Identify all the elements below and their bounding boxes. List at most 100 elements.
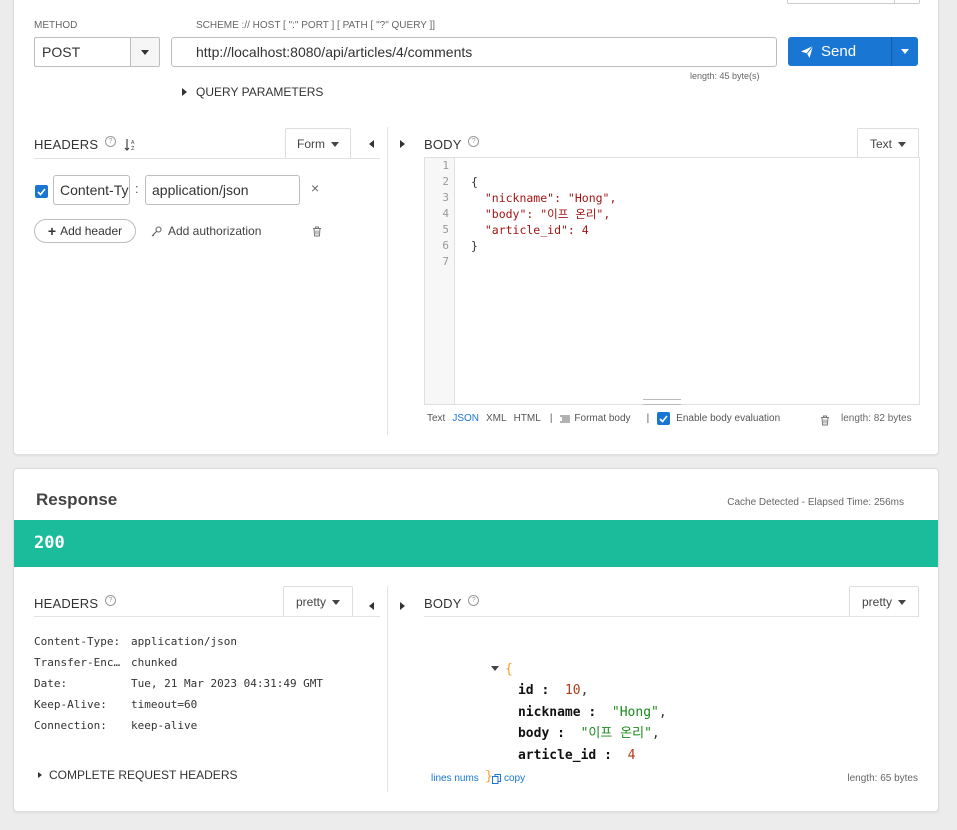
url-input[interactable] (171, 37, 777, 67)
chevron-down-icon (141, 49, 149, 55)
header-value-value: application/json (152, 182, 249, 198)
header-key: Keep-Alive: (34, 698, 107, 711)
help-icon[interactable]: ? (468, 595, 480, 606)
header-name-input[interactable]: Content-Type (53, 175, 130, 205)
header-value: timeout=60 (131, 698, 198, 711)
method-dropdown-button[interactable] (130, 38, 159, 66)
help-icon[interactable]: ? (468, 136, 480, 147)
collapse-left-button[interactable] (369, 135, 374, 153)
response-headers-title: HEADERS ? (34, 595, 117, 611)
delete-all-headers-button[interactable] (312, 224, 322, 242)
json-viewer: { id : 10, nickname : "Hong", body : "이프… (444, 637, 667, 785)
chevron-down-icon (332, 599, 340, 605)
format-body-label: Format body (574, 413, 631, 424)
status-bar: 200 (14, 520, 938, 567)
chevron-right-icon (400, 140, 405, 148)
clear-body-button[interactable] (820, 413, 830, 431)
response-headers-mode-dropdown[interactable]: pretty (283, 586, 353, 617)
split-divider[interactable] (387, 586, 388, 792)
chevron-right-icon (400, 602, 405, 610)
format-text[interactable]: Text (427, 413, 445, 424)
trash-icon (821, 415, 829, 426)
response-meta: Cache Detected - Elapsed Time: 256ms (727, 497, 904, 508)
header-value-input[interactable]: application/json (145, 175, 300, 205)
status-code: 200 (34, 533, 65, 553)
response-header-row: Connection: keep-alive (34, 719, 197, 732)
body-editor[interactable]: 1 2 3 4 5 6 7 { "nickname": "Hong", "body": "이… (424, 157, 920, 405)
query-parameters-toggle[interactable]: QUERY PARAMETERS (182, 85, 323, 99)
add-header-button[interactable]: + Add header (34, 219, 136, 243)
help-icon[interactable]: ? (105, 136, 117, 147)
json-value: "Hong" (611, 704, 659, 720)
collapse-right-button[interactable] (400, 597, 405, 615)
response-body-mode-dropdown[interactable]: pretty (849, 586, 919, 617)
help-icon[interactable]: ? (105, 595, 117, 606)
response-headers-label: HEADERS (34, 596, 99, 611)
split-divider[interactable] (387, 127, 388, 435)
align-icon (560, 415, 571, 422)
header-key: Connection: (34, 719, 107, 732)
headers-divider (34, 616, 380, 617)
header-value: application/json (131, 635, 237, 648)
request-body-title: BODY ? (424, 136, 480, 152)
headers-mode-dropdown[interactable]: Form (285, 128, 351, 159)
json-brace: { (504, 661, 513, 677)
format-html[interactable]: HTML (514, 413, 541, 424)
header-enabled-checkbox[interactable] (35, 185, 48, 198)
code-line: "body": "이프 온리", (471, 207, 611, 221)
complete-request-headers-toggle[interactable]: COMPLETE REQUEST HEADERS (38, 768, 237, 782)
format-xml[interactable]: XML (486, 413, 507, 424)
collapse-left-button[interactable] (369, 597, 374, 615)
body-format-bar: Text JSON XML HTML | Format body | Enabl… (427, 412, 787, 425)
body-divider (424, 616, 918, 617)
code-line: "nickname": "Hong", (471, 191, 617, 205)
format-body-button[interactable]: Format body (560, 413, 637, 424)
trash-icon (313, 226, 321, 237)
response-body-label: BODY (424, 596, 462, 611)
json-value: "이프 온리" (580, 726, 652, 741)
request-body-label: BODY (424, 137, 462, 152)
json-value: 10 (564, 683, 581, 698)
body-mode-dropdown[interactable]: Text (857, 128, 919, 159)
method-select[interactable]: POST (34, 37, 160, 67)
resize-handle[interactable] (643, 399, 681, 405)
response-header-row: Keep-Alive: timeout=60 (34, 698, 197, 711)
key-icon (151, 225, 162, 236)
send-button[interactable]: Send (788, 37, 918, 66)
line-number: 7 (442, 255, 449, 268)
query-parameters-label: QUERY PARAMETERS (196, 85, 324, 99)
response-headers-mode-label: pretty (295, 595, 326, 609)
line-number-gutter: 1 2 3 4 5 6 7 (425, 158, 455, 404)
enable-body-evaluation-checkbox[interactable] (657, 412, 671, 425)
sort-icon[interactable]: A Z (124, 138, 136, 152)
json-value: 4 (627, 747, 636, 763)
code-area[interactable]: { "nickname": "Hong", "body": "이프 온리", "… (471, 158, 616, 270)
json-key: nickname (517, 704, 581, 720)
lines-nums-toggle[interactable]: lines nums (431, 773, 479, 784)
chevron-left-icon (369, 140, 374, 148)
response-header-row: Content-Type: application/json (34, 635, 237, 648)
plus-icon: + (47, 223, 57, 239)
add-header-label: Add header (60, 224, 123, 238)
collapse-toggle-icon[interactable] (490, 665, 499, 671)
line-number: 6 (442, 239, 449, 252)
remove-header-button[interactable]: × (311, 180, 319, 196)
headers-divider (34, 158, 380, 159)
format-json[interactable]: JSON (452, 413, 479, 424)
json-key: body (517, 726, 550, 741)
chevron-down-icon (898, 599, 906, 605)
collapse-right-button[interactable] (400, 135, 405, 153)
request-panel: METHOD SCHEME :// HOST [ ":" PORT ] [ PA… (13, 0, 939, 455)
code-line: "article_id": 4 (471, 223, 589, 237)
response-body-mode-label: pretty (861, 595, 892, 609)
response-header-row: Date: Tue, 21 Mar 2023 04:31:49 GMT (34, 677, 323, 690)
add-authorization-button[interactable]: Add authorization (151, 224, 261, 238)
top-right-control[interactable] (787, 0, 920, 4)
method-label: METHOD (34, 20, 78, 31)
chevron-down-icon (898, 141, 906, 147)
body-length: length: 82 bytes (841, 413, 912, 424)
send-options-button[interactable] (891, 37, 918, 66)
copy-button[interactable]: copy (492, 773, 525, 784)
chevron-down-icon (901, 49, 909, 54)
